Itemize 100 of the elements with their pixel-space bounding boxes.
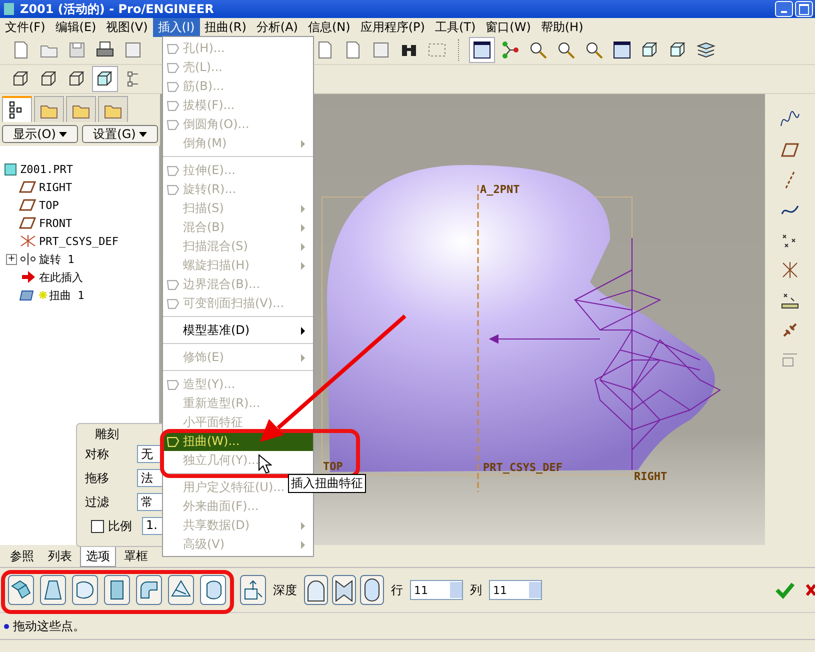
feature-icon — [167, 436, 179, 446]
scale-checkbox[interactable] — [91, 520, 104, 532]
tool-button[interactable] — [200, 575, 226, 605]
tool-button[interactable] — [72, 575, 98, 605]
tree-item[interactable]: 旋转 1 — [39, 252, 74, 266]
apply-button[interactable] — [775, 581, 795, 599]
feature-icon — [167, 298, 179, 308]
tool-button[interactable] — [104, 575, 130, 605]
depth-option-button[interactable] — [304, 575, 328, 605]
tool-button[interactable] — [240, 575, 266, 605]
checkbox-label: 比例 — [108, 518, 133, 534]
feature-icon — [167, 82, 179, 92]
datum-plane-icon — [19, 198, 37, 212]
datum-label: A_2PNT — [480, 183, 520, 196]
tree-item[interactable]: FRONT — [39, 216, 72, 230]
app-icon — [4, 3, 14, 15]
tool-button[interactable] — [168, 575, 194, 605]
columns-label: 列 — [469, 582, 483, 598]
menu-item[interactable]: 工具(T) — [430, 18, 481, 36]
expand-toggle[interactable]: + — [6, 254, 17, 264]
menu-item[interactable]: 窗口(W) — [480, 18, 536, 36]
revolve-icon — [19, 252, 37, 266]
menu-item[interactable]: 模型基准(D) — [163, 321, 313, 340]
status-message: 拖动这些点。 — [13, 618, 85, 634]
tree-item[interactable]: PRT_CSYS_DEF — [39, 234, 118, 248]
close-icon — [805, 582, 815, 598]
insert-arrow-icon — [19, 270, 37, 284]
feature-icon — [167, 100, 179, 110]
toolbar-button[interactable] — [92, 66, 118, 92]
tab[interactable]: 列表 — [42, 546, 78, 567]
submenu-arrow-icon — [301, 140, 305, 148]
tool-button[interactable] — [136, 575, 162, 605]
panel-tab[interactable] — [2, 96, 32, 122]
cancel-button[interactable] — [805, 582, 815, 598]
tree-item[interactable]: 在此插入 — [39, 270, 83, 284]
zoom-out-icon — [584, 40, 604, 60]
axis-display-icon — [500, 40, 520, 60]
tab[interactable]: 参照 — [4, 546, 40, 567]
caret-icon — [58, 132, 67, 138]
bullet-icon — [4, 624, 9, 628]
menu-item[interactable]: 插入(I) — [152, 18, 200, 36]
minimize-button[interactable] — [775, 1, 793, 17]
depth-option-button[interactable] — [332, 575, 356, 605]
rows-spinner-field[interactable]: 11 — [410, 580, 463, 600]
tool-button[interactable] — [40, 575, 66, 605]
checkmark-icon — [775, 581, 795, 599]
submenu-arrow-icon — [301, 326, 305, 334]
field-label: 对称 — [85, 446, 110, 462]
tree-item[interactable]: 扭曲 1 — [49, 288, 84, 302]
datum-label: TOP — [323, 460, 343, 473]
feature-icon — [167, 184, 179, 194]
submenu-arrow-icon — [301, 540, 305, 548]
columns-spinner-field[interactable]: 11 — [489, 580, 542, 600]
tab[interactable]: 选项 — [80, 546, 116, 567]
feature-icon — [167, 380, 179, 390]
save-icon — [67, 40, 87, 60]
feature-icon — [167, 280, 179, 290]
zoom-in-icon — [556, 40, 576, 60]
menu-item[interactable]: 分析(A) — [251, 18, 303, 36]
menu-item[interactable]: 扭曲(R) — [200, 18, 252, 36]
datum-plane-icon — [19, 216, 37, 230]
submenu-arrow-icon — [301, 354, 305, 362]
maximize-button[interactable] — [795, 1, 813, 17]
menu-item[interactable]: 编辑(E) — [50, 18, 102, 36]
tool-button[interactable] — [8, 575, 34, 605]
field-label: 拖移 — [85, 470, 110, 486]
arch-shape-icon — [334, 577, 354, 603]
submenu-arrow-icon — [301, 204, 305, 212]
depth-label: 深度 — [272, 582, 298, 598]
tab[interactable]: 罩框 — [118, 546, 154, 567]
toolbar-button[interactable] — [469, 37, 495, 63]
coordinate-system-icon — [19, 234, 37, 248]
tooltip: 插入扭曲特征 — [288, 474, 366, 493]
field-label: 过滤 — [85, 494, 110, 510]
menu-item[interactable]: 视图(V) — [101, 18, 153, 36]
tree-item[interactable]: RIGHT — [39, 180, 72, 194]
panel-title: 雕刻 — [95, 426, 119, 443]
dropdown-button[interactable]: 设置(G) — [82, 125, 158, 143]
menu-item[interactable]: 帮助(H) — [536, 18, 588, 36]
tree-item[interactable]: Z001.PRT — [20, 162, 73, 176]
submenu-arrow-icon — [301, 262, 305, 270]
dropdown-button[interactable]: 显示(O) — [2, 125, 78, 143]
menu-item[interactable]: 信息(N) — [302, 18, 356, 36]
coordinate-system-icon — [780, 260, 800, 280]
cursor-icon — [258, 454, 272, 474]
datum-label: PRT_CSYS_DEF — [483, 461, 562, 474]
caret-icon — [138, 132, 147, 138]
menu-item[interactable]: 文件(F) — [0, 18, 50, 36]
depth-option-button[interactable] — [360, 575, 384, 605]
scale-arrows-icon — [242, 579, 264, 601]
menu-item[interactable]: 应用程序(P) — [355, 18, 430, 36]
feature-icon — [167, 62, 179, 72]
submenu-arrow-icon — [301, 522, 305, 530]
tree-item[interactable]: TOP — [39, 198, 59, 212]
part-cube-icon — [4, 162, 18, 176]
window-title: Z001 (活动的) - Pro/ENGINEER — [20, 0, 214, 18]
datum-label: RIGHT — [634, 470, 668, 483]
menu-item[interactable]: 扭曲(W)... — [163, 432, 313, 451]
layers-icon — [696, 40, 716, 60]
submenu-arrow-icon — [301, 224, 305, 232]
